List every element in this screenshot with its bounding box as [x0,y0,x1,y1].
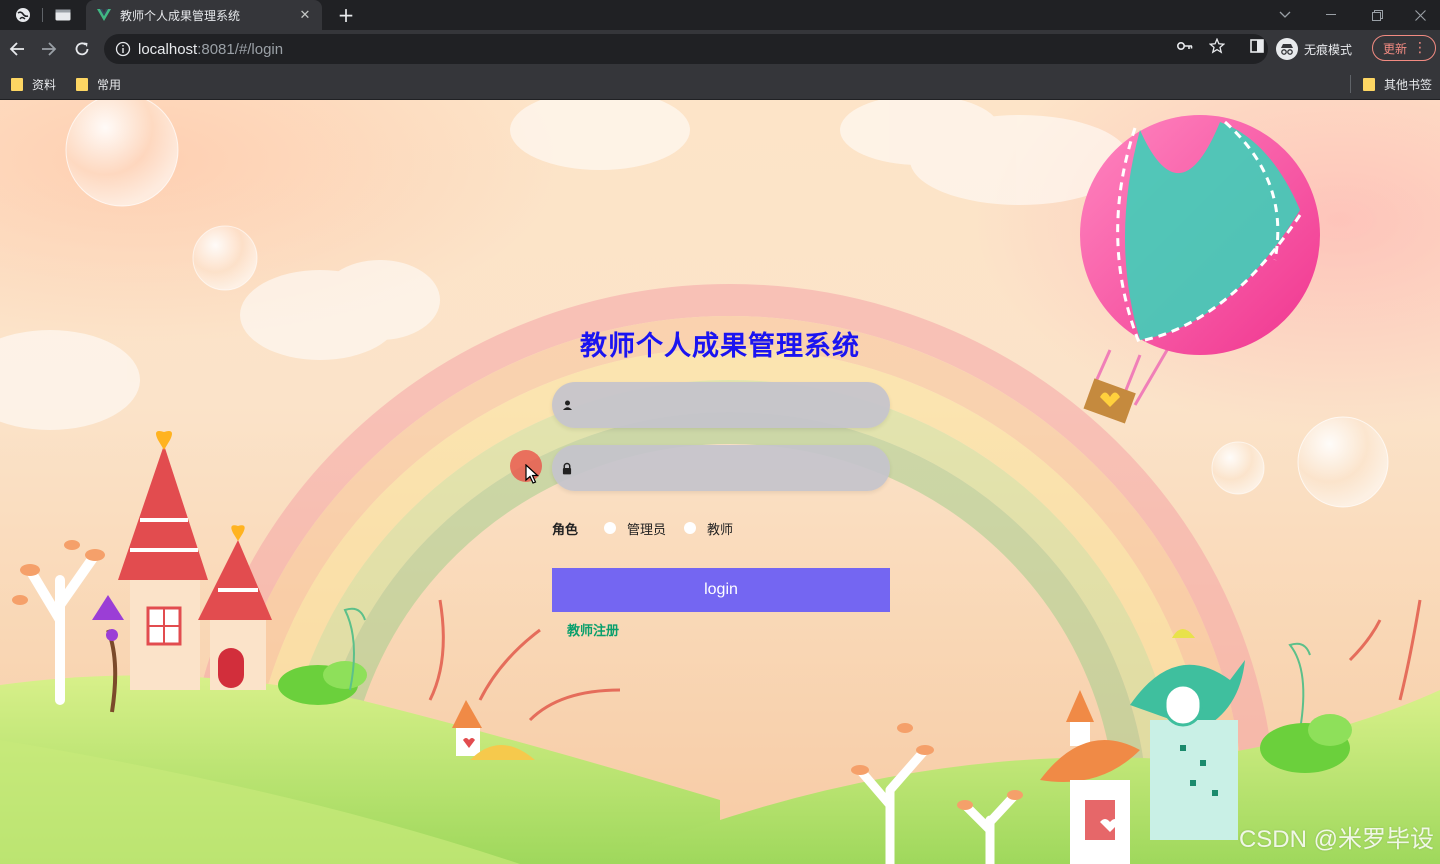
role-label: 角色 [552,522,579,538]
other-bookmarks-folder[interactable]: 其他书签 [1363,74,1432,94]
role-option-admin[interactable]: 管理员 [604,519,666,538]
role-option-label: 管理员 [627,522,667,538]
login-title: 教师个人成果管理系统 [580,331,860,362]
close-window-icon[interactable] [1400,0,1440,30]
tab-close-icon[interactable]: ✕ [296,6,314,24]
bookmark-folder-changyong[interactable]: 常用 [76,74,121,94]
bookmarks-divider [1350,75,1351,93]
site-info-icon[interactable] [115,41,131,57]
login-page: 教师个人成果管理系统 角色 管理员 教师 login 教师注册 CSDN @米罗… [0,100,1440,864]
url-text[interactable]: localhost:8081/#/login [138,41,283,58]
teacher-register-link[interactable]: 教师注册 [567,620,619,639]
password-key-icon[interactable] [1175,37,1195,55]
forward-arrow-icon[interactable] [37,37,61,61]
bookmark-folder-ziliao[interactable]: 资料 [11,74,56,94]
folder-icon [76,77,88,91]
browser-tab-bar: 教师个人成果管理系统 ✕ + [0,0,1440,30]
bookmarks-bar: 资料 常用 其他书签 [0,68,1440,100]
new-tab-icon[interactable]: + [334,0,358,30]
incognito-icon [1276,38,1298,60]
url-path: :8081/#/login [197,40,284,58]
folder-icon [11,77,23,91]
url-host: localhost [138,40,198,58]
other-bookmarks-label: 其他书签 [1384,77,1433,92]
browser-toolbar: localhost:8081/#/login 无痕模式 更新 ⋮ [0,30,1440,68]
back-arrow-icon[interactable] [5,37,29,61]
tab-group-icon[interactable] [8,0,38,30]
tab-title: 教师个人成果管理系统 [120,8,241,23]
role-selector: 角色 管理员 教师 [552,518,751,538]
address-bar[interactable]: localhost:8081/#/login [104,34,1268,64]
tab-search-icon[interactable] [50,0,76,30]
active-tab[interactable]: 教师个人成果管理系统 ✕ [86,0,322,30]
tab-list-chevron-icon[interactable] [1262,0,1308,30]
login-button[interactable]: login [552,568,890,612]
menu-dots-icon[interactable]: ⋮ [1413,40,1427,56]
restore-icon[interactable] [1354,0,1400,30]
role-option-label: 教师 [707,522,734,538]
incognito-indicator[interactable]: 无痕模式 [1276,36,1352,62]
radio-circle[interactable] [604,522,617,534]
side-panel-icon[interactable] [1247,37,1267,55]
bookmark-label: 常用 [97,77,122,92]
username-input[interactable] [580,384,870,426]
vue-logo-icon [97,9,111,21]
mouse-cursor-icon [525,464,539,484]
update-button[interactable]: 更新 ⋮ [1372,35,1436,61]
tab-divider [42,8,43,22]
user-icon [562,399,572,411]
minimize-icon[interactable] [1308,0,1354,30]
role-option-teacher[interactable]: 教师 [684,519,733,538]
lock-icon [562,462,572,474]
incognito-label: 无痕模式 [1304,42,1353,57]
update-label: 更新 [1383,41,1408,56]
radio-circle[interactable] [684,522,697,534]
password-input[interactable] [580,447,870,489]
reload-icon[interactable] [70,37,94,61]
bookmark-star-icon[interactable] [1207,37,1227,55]
username-field[interactable] [552,382,890,428]
password-field[interactable] [552,445,890,491]
bookmark-label: 资料 [32,77,57,92]
csdn-watermark: CSDN @米罗毕设 [1238,826,1434,853]
folder-icon [1363,77,1375,91]
